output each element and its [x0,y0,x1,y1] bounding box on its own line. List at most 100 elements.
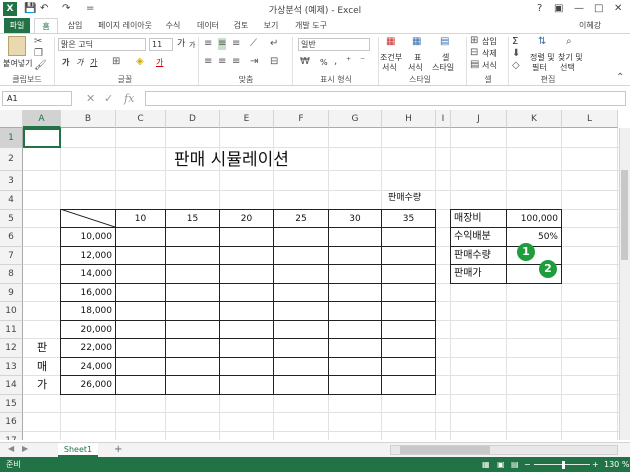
conditional-format-button-line2[interactable]: 서식 [382,62,397,73]
zoom-level[interactable]: 130 % [604,457,629,472]
cell-styles-icon[interactable]: ▤ [440,36,449,48]
ribbon-display-icon[interactable]: ▣ [554,2,563,16]
increase-decimal-icon[interactable]: ⁺ [346,56,351,68]
qty-header-cell[interactable]: 20 [220,212,273,226]
insert-cells-icon[interactable]: ⊞ [470,35,478,47]
info-label-cell[interactable]: 수익배분 [454,230,491,244]
column-header-e[interactable]: E [220,110,274,128]
currency-icon[interactable]: ₩ [300,56,310,68]
format-cells-button[interactable]: 서식 [482,60,497,71]
column-header-a[interactable]: A [23,110,61,128]
price-row-cell[interactable]: 24,000 [61,360,113,374]
row-header-14[interactable]: 14 [0,376,23,395]
page-break-view-icon[interactable]: ▤ [511,457,519,472]
delete-cells-icon[interactable]: ⊟ [470,47,478,59]
column-header-c[interactable]: C [116,110,166,128]
format-as-table-button-line2[interactable]: 서식 [408,62,423,73]
name-box[interactable]: A1 [2,91,72,106]
info-value-cell[interactable]: 100,000 [507,212,558,226]
orientation-icon[interactable]: ⟋ [250,38,257,50]
tab-review[interactable]: 검토 [228,18,254,33]
price-row-cell[interactable]: 16,000 [61,286,113,300]
column-header-j[interactable]: J [451,110,507,128]
grow-font-button[interactable]: 가 [177,39,185,50]
find-select-button-line2[interactable]: 선택 [560,62,575,73]
price-axis-label[interactable]: 매 [37,360,47,374]
price-row-cell[interactable]: 26,000 [61,378,113,392]
tab-view[interactable]: 보기 [258,18,284,33]
info-label-cell[interactable]: 판매가 [454,267,482,281]
qty-header-cell[interactable]: 10 [116,212,165,226]
column-header-k[interactable]: K [507,110,562,128]
tab-developer[interactable]: 개발 도구 [288,18,334,33]
underline-button[interactable]: 가 [90,57,97,68]
tab-page-layout[interactable]: 페이지 레이아웃 [94,18,156,33]
column-header-d[interactable]: D [166,110,220,128]
column-header-b[interactable]: B [61,110,116,128]
conditional-format-icon[interactable]: ▦ [386,36,395,48]
info-value-cell[interactable]: 50% [507,230,558,244]
row-header-12[interactable]: 12 [0,339,23,358]
worksheet-grid[interactable]: ABCDEFGHIJKL 1234567891011121314151617 판… [0,110,630,440]
row-header-2[interactable]: 2 [0,148,23,171]
comma-style-icon[interactable]: , [334,56,337,68]
row-header-7[interactable]: 7 [0,247,23,265]
qty-header-cell[interactable]: 15 [166,212,219,226]
tab-insert[interactable]: 삽입 [62,18,88,33]
help-icon[interactable]: ? [537,2,542,16]
percent-button[interactable]: % [320,57,328,68]
close-icon[interactable]: ✕ [614,2,622,16]
price-row-cell[interactable]: 10,000 [61,230,113,244]
collapse-ribbon-icon[interactable]: ⌃ [616,72,624,84]
column-header-l[interactable]: L [562,110,618,128]
italic-button[interactable]: 가 [76,57,83,68]
format-painter-icon[interactable]: 🖌 [34,60,47,72]
enter-icon[interactable]: ✓ [104,91,113,106]
zoom-slider-thumb[interactable] [562,461,565,469]
zoom-in-icon[interactable]: + [592,457,599,472]
align-bottom-icon[interactable]: ≡ [232,38,240,50]
number-format-combo[interactable]: 일반 [298,38,370,51]
tab-data[interactable]: 데이터 [192,18,224,33]
align-middle-icon[interactable]: ≡ [218,38,227,50]
sort-filter-icon[interactable]: ⇅ [538,36,546,48]
clear-icon[interactable]: ◇ [512,60,520,72]
row-header-1[interactable]: 1 [0,128,23,148]
price-row-cell[interactable]: 18,000 [61,304,113,318]
price-row-cell[interactable]: 20,000 [61,323,113,337]
font-name-combo[interactable]: 맑은 고딕 [58,38,146,51]
cancel-icon[interactable]: ✕ [86,91,95,106]
borders-icon[interactable]: ⊞ [112,56,120,68]
row-header-15[interactable]: 15 [0,395,23,413]
align-top-icon[interactable]: ≡ [204,38,212,50]
row-header-4[interactable]: 4 [0,191,23,210]
row-header-17[interactable]: 17 [0,432,23,440]
qty-header-cell[interactable]: 25 [274,212,328,226]
sheet-title[interactable]: 판매 시뮬레이션 [174,149,289,171]
paste-icon[interactable] [8,36,26,56]
user-name[interactable]: 이혜강 [579,18,601,33]
qty-header-cell[interactable]: 30 [329,212,381,226]
column-header-i[interactable]: I [436,110,451,128]
delete-cells-button[interactable]: 삭제 [482,48,497,59]
column-header-f[interactable]: F [274,110,329,128]
price-row-cell[interactable]: 12,000 [61,249,113,263]
column-header-g[interactable]: G [329,110,382,128]
vertical-scroll-thumb[interactable] [621,170,628,260]
price-row-cell[interactable]: 14,000 [61,267,113,281]
decrease-decimal-icon[interactable]: ⁻ [360,56,365,68]
sheet-tab-sheet1[interactable]: Sheet1 [58,443,98,457]
align-right-icon[interactable]: ≡ [232,56,240,68]
format-as-table-icon[interactable]: ▦ [412,36,421,48]
row-header-11[interactable]: 11 [0,321,23,339]
formula-input[interactable] [145,91,626,106]
tab-home[interactable]: 홈 [34,18,58,33]
find-select-icon[interactable]: ⌕ [566,36,572,48]
font-size-combo[interactable]: 11 [149,38,173,51]
font-color-button[interactable]: 가 [156,57,163,68]
new-sheet-icon[interactable]: + [114,443,122,457]
paste-button[interactable]: 붙여넣기 [3,58,32,69]
row-header-6[interactable]: 6 [0,228,23,247]
align-center-icon[interactable]: ≡ [218,56,226,68]
qty-header-cell[interactable]: 35 [382,212,435,226]
